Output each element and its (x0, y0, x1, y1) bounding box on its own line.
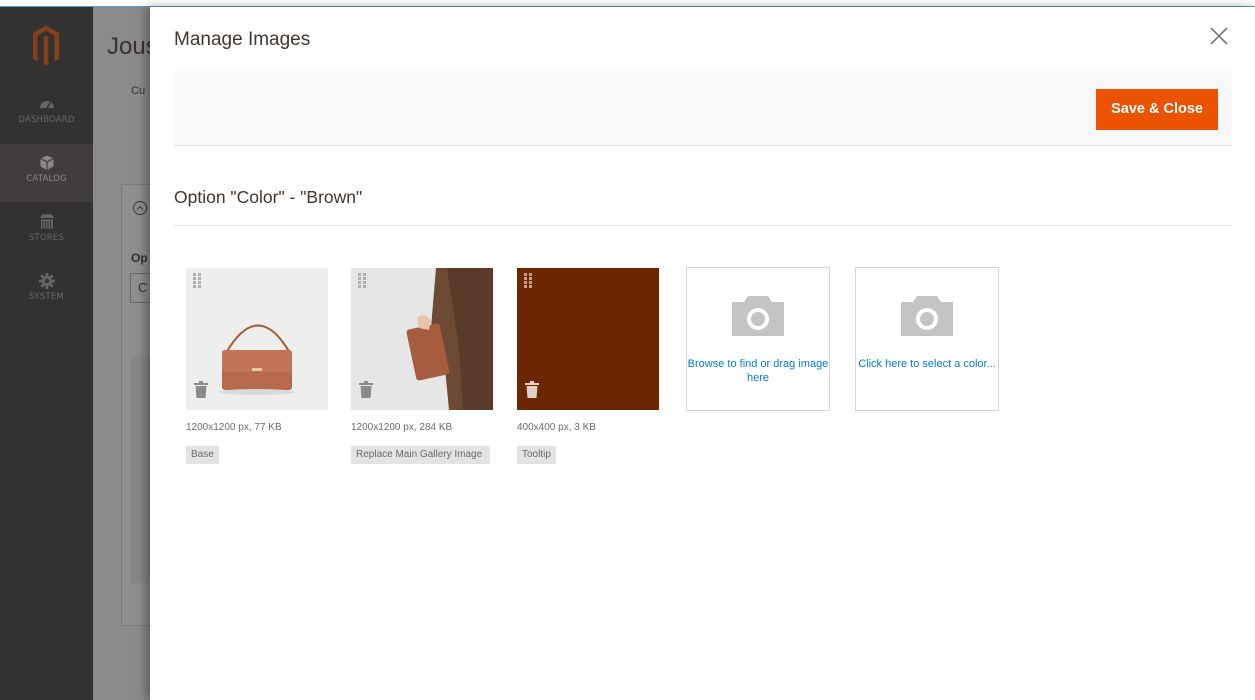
image-tile-base[interactable] (186, 268, 328, 410)
modal-action-bar: Save & Close (174, 71, 1232, 146)
browse-upload-area[interactable]: Browse to find or drag image here (686, 267, 830, 411)
catalog-box-icon (39, 155, 54, 170)
close-icon[interactable] (1208, 25, 1230, 47)
color-select-area[interactable]: Click here to select a color... (855, 267, 999, 411)
magento-logo[interactable] (0, 7, 93, 85)
sidebar-item-dashboard[interactable]: DASHBOARD (0, 85, 93, 143)
camera-icon (732, 296, 784, 336)
image-tile-gallery[interactable] (351, 268, 493, 410)
stores-icon (39, 214, 54, 229)
image-role-badge[interactable]: Tooltip (517, 446, 556, 464)
divider (174, 225, 1232, 226)
select-color-text: Click here to select a color... (858, 358, 996, 370)
drag-handle-icon[interactable] (193, 273, 202, 289)
trash-icon[interactable] (359, 381, 373, 398)
option-select-value: C (138, 280, 148, 295)
trash-icon[interactable] (525, 381, 539, 398)
sidebar-item-system[interactable]: SYSTEM (0, 262, 93, 320)
drag-handle-icon[interactable] (524, 273, 533, 289)
drag-handle-icon[interactable] (358, 273, 367, 289)
camera-icon (901, 296, 953, 336)
browse-text: Browse to find or drag image here (687, 358, 829, 384)
image-role-badge[interactable]: Base (186, 446, 219, 464)
trash-icon[interactable] (194, 381, 208, 398)
modal-title: Manage Images (174, 29, 311, 50)
sidebar-item-catalog[interactable]: CATALOG (0, 144, 93, 202)
option-label: Op (131, 251, 148, 265)
gear-icon (38, 273, 55, 289)
sidebar-item-stores[interactable]: STORES (0, 203, 93, 261)
image-meta: 1200x1200 px, 284 KB (351, 422, 453, 433)
collapse-icon[interactable] (132, 200, 148, 216)
dashboard-icon (39, 101, 54, 109)
image-meta: 1200x1200 px, 77 KB (186, 422, 282, 433)
save-and-close-button[interactable]: Save & Close (1096, 89, 1218, 130)
image-tile-swatch[interactable] (517, 268, 659, 410)
image-meta: 400x400 px, 3 KB (517, 422, 596, 433)
manage-images-modal: Manage Images Save & Close Option "Color… (150, 7, 1255, 700)
window-top-border (0, 0, 1255, 7)
option-heading: Option "Color" - "Brown" (174, 187, 363, 207)
admin-sidebar: DASHBOARD CATALOG STORES SYSTEM (0, 7, 93, 700)
image-role-badge[interactable]: Replace Main Gallery Image (351, 446, 490, 464)
breadcrumb: Cu (131, 85, 146, 97)
